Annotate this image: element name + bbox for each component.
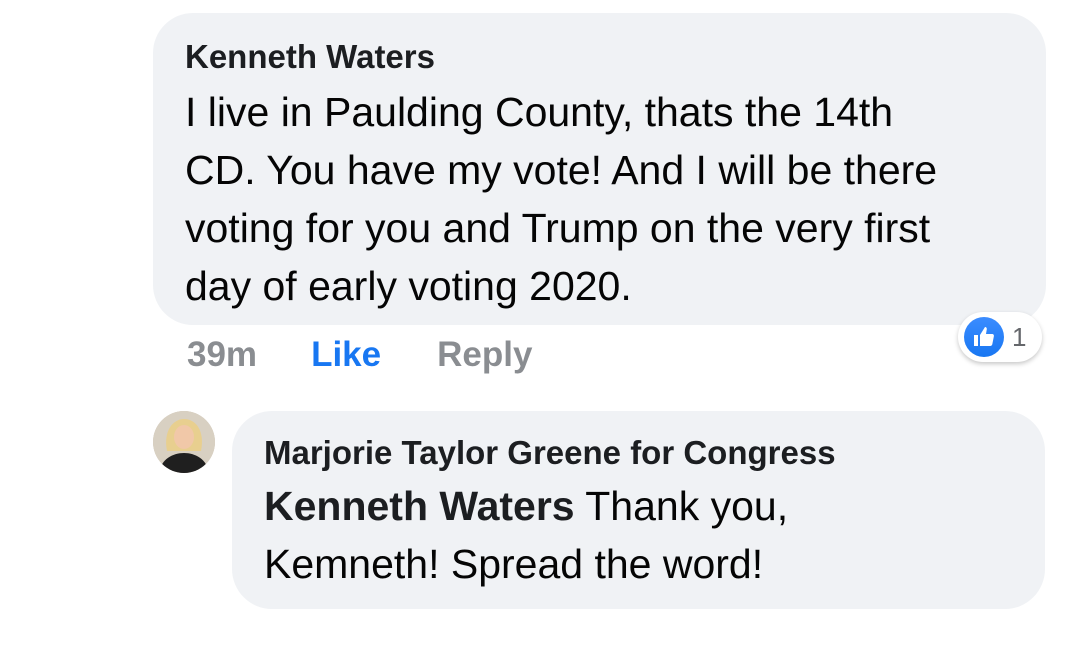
reply-bubble: Marjorie Taylor Greene for Congress Kenn… (232, 411, 1045, 609)
comment-text-line: CD. You have my vote! And I will be ther… (185, 147, 938, 193)
reaction-summary[interactable]: 1 (958, 312, 1042, 362)
reply-author[interactable]: Marjorie Taylor Greene for Congress (264, 431, 1013, 475)
comment-text-line: day of early voting 2020. (185, 263, 632, 309)
reply-text-line: Thank you, (574, 483, 789, 529)
avatar[interactable] (153, 411, 215, 473)
reaction-count: 1 (1012, 321, 1027, 352)
reply-text: Kenneth Waters Thank you, Kemneth! Sprea… (264, 477, 1013, 593)
comment-timestamp[interactable]: 39m (187, 335, 257, 375)
comment-text-line: I live in Paulding County, thats the 14t… (185, 89, 894, 135)
truncated-action-text (265, 622, 274, 656)
comment-text-line: voting for you and Trump on the very fir… (185, 205, 931, 251)
like-button[interactable]: Like (311, 335, 381, 375)
comment-text: I live in Paulding County, thats the 14t… (185, 83, 1014, 315)
comment-author[interactable]: Kenneth Waters (185, 35, 1014, 79)
thumbs-up-icon (964, 317, 1004, 357)
reply-text-line: Kemneth! Spread the word! (264, 541, 764, 587)
comment-bubble: Kenneth Waters I live in Paulding County… (153, 13, 1046, 325)
mention-link[interactable]: Kenneth Waters (264, 483, 575, 529)
reply-button[interactable]: Reply (437, 335, 532, 375)
comment-actions: 39m Like Reply (187, 330, 532, 380)
